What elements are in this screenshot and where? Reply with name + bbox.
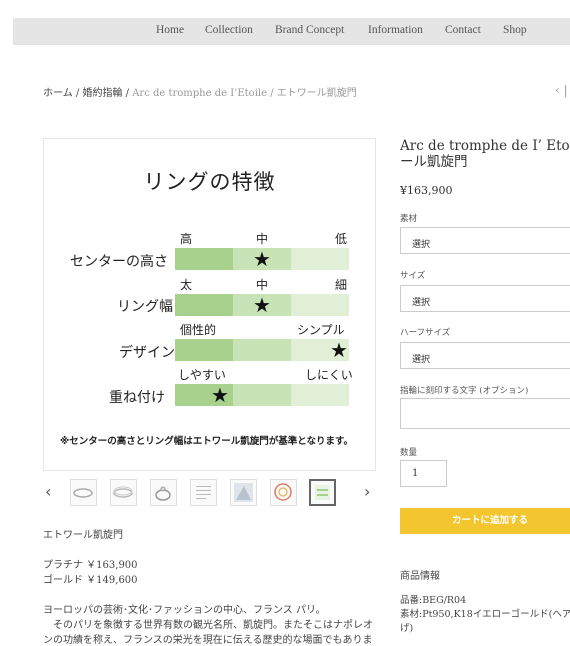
size-select[interactable]: 選択 — [400, 285, 570, 312]
top-navigation-bar: Home Collection Brand Concept Informatio… — [13, 18, 570, 45]
half-size-label: ハーフサイズ — [400, 328, 451, 338]
rating-star-icon: ★ — [330, 338, 348, 362]
row-label-layering: 重ね付け — [109, 390, 165, 406]
product-info-code: 品番:BEG/R04 — [400, 595, 467, 606]
previous-product-link[interactable]: ‹ | — [555, 83, 568, 97]
rating-cell — [291, 384, 349, 406]
level-label: シンプル — [297, 323, 345, 337]
breadcrumb-home-link[interactable]: ホーム — [43, 88, 73, 99]
description-price-platinum: プラチナ ￥163,900 — [43, 560, 138, 571]
level-label: 中 — [256, 232, 269, 246]
rating-cell — [175, 294, 233, 316]
description-text: ヨーロッパの芸術･文化･ファッションの中心、フランス パリ。 — [43, 605, 326, 616]
description-product-name: エトワール凱旋門 — [43, 530, 123, 541]
add-to-cart-button[interactable]: カートに追加する — [400, 508, 570, 534]
nav-information-link[interactable]: Information — [368, 24, 423, 36]
nav-brand-concept-link[interactable]: Brand Concept — [275, 24, 344, 36]
rating-cell — [175, 248, 233, 270]
product-title-line: Arc de tromphe de I’ Etoile — [400, 138, 570, 154]
breadcrumb-current: エトワール凱旋門 — [276, 88, 357, 99]
row-label-ring-width: リング幅 — [117, 299, 173, 315]
gallery-thumbnail[interactable] — [150, 479, 177, 506]
level-label: 低 — [335, 232, 348, 246]
level-label: 個性的 — [180, 323, 217, 337]
rating-cell — [233, 339, 291, 361]
level-label: しやすい — [178, 368, 226, 382]
gallery-thumbnail[interactable] — [270, 479, 297, 506]
rating-star-icon: ★ — [211, 383, 229, 407]
product-info-material: 素材:Pt950,K18イエローゴールド(ヘア — [400, 609, 570, 620]
level-label: 中 — [256, 278, 269, 292]
gallery-thumbnail[interactable] — [190, 479, 217, 506]
level-label: 太 — [180, 278, 193, 292]
engraving-label: 指輪に刻印する文字 (オプション) — [400, 386, 529, 396]
description-text: ンの功績を称え、フランスの栄光を現在に伝える歴史的な場面でもありま — [43, 635, 373, 646]
level-label: 細 — [335, 278, 348, 292]
material-select[interactable]: 選択 — [400, 227, 570, 254]
nav-collection-link[interactable]: Collection — [205, 24, 253, 36]
half-size-select[interactable]: 選択 — [400, 342, 570, 369]
size-label: サイズ — [400, 271, 426, 281]
level-label: しにくい — [305, 368, 353, 382]
gallery-prev-arrow-icon[interactable]: ‹ — [45, 482, 51, 501]
product-title-line: ール凱旋門 — [400, 154, 468, 170]
gallery-thumbnail[interactable] — [70, 479, 97, 506]
rating-star-icon: ★ — [253, 293, 271, 317]
chart-footnote: ※センターの高さとリング幅はエトワール凱旋門が基準となります。 — [60, 436, 354, 447]
engraving-input[interactable] — [400, 398, 570, 429]
rating-star-icon: ★ — [253, 247, 271, 271]
product-info-heading: 商品情報 — [400, 571, 440, 582]
material-label: 素材 — [400, 214, 418, 224]
main-product-image[interactable]: リングの特徴 高 中 低 センターの高さ ★ 太 中 細 リング幅 ★ 個性的 … — [43, 138, 376, 471]
gallery-thumbnail[interactable] — [110, 479, 137, 506]
breadcrumb-separator: / — [270, 88, 274, 99]
level-label: 高 — [180, 232, 193, 246]
row-label-design: デザイン — [119, 345, 175, 361]
quantity-input[interactable]: 1 — [400, 460, 447, 487]
rating-cell — [291, 294, 349, 316]
rating-cell — [291, 248, 349, 270]
nav-contact-link[interactable]: Contact — [445, 24, 481, 36]
description-text: そのパリを象徴する世界有数の観光名所、凱旋門。またそこはナポレオ — [43, 620, 373, 631]
description-price-gold: ゴールド ￥149,600 — [43, 575, 138, 586]
nav-home-link[interactable]: Home — [156, 24, 184, 36]
gallery-thumbnail-selected[interactable] — [309, 479, 336, 506]
product-price: ¥163,900 — [400, 184, 453, 197]
quantity-label: 数量 — [400, 448, 418, 458]
breadcrumb-separator: / — [75, 88, 80, 99]
breadcrumb-collection-link[interactable]: Arc de tromphe de I’Etoile — [132, 88, 267, 99]
row-label-center-height: センターの高さ — [70, 254, 168, 270]
breadcrumb-category-link[interactable]: 婚約指輪 — [82, 88, 122, 99]
breadcrumb-separator: / — [125, 88, 130, 99]
nav-shop-link[interactable]: Shop — [503, 24, 527, 36]
gallery-thumbnail[interactable] — [230, 479, 257, 506]
chart-title: リングの特徴 — [143, 170, 276, 194]
product-info-material-cont: げ) — [400, 623, 414, 634]
rating-cell — [175, 339, 233, 361]
product-title: Arc de tromphe de I’ Etoile ール凱旋門 — [400, 138, 570, 170]
breadcrumb: ホーム / 婚約指輪 / Arc de tromphe de I’Etoile … — [43, 84, 357, 99]
gallery-next-arrow-icon[interactable]: › — [364, 482, 370, 501]
